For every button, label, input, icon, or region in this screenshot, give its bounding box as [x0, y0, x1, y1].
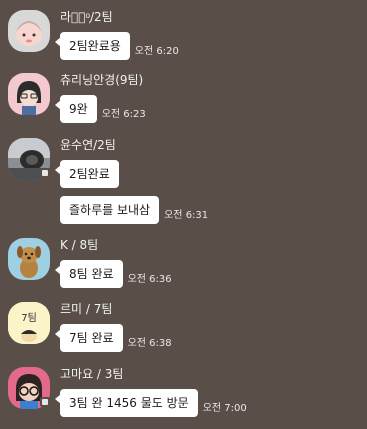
- sender-name: 윤수연/2팀: [60, 138, 116, 152]
- message-row: 7팀 완료오전 6:38: [55, 324, 172, 352]
- pc-icon: [40, 168, 50, 178]
- chat-window: 라현᷊ᵒ᷊/2팀 2팀완료용 오전 6:20 츄리닝안경(9팀) 9완 오전 6:2…: [0, 0, 367, 429]
- message-time: 오전 6:31: [164, 210, 209, 221]
- sender-name: K / 8팀: [60, 238, 99, 252]
- message-bubble[interactable]: 7팀 완료: [55, 324, 123, 352]
- message-bubble[interactable]: 2팀완료용: [55, 32, 130, 60]
- pink-character-avatar-icon[interactable]: [8, 10, 50, 52]
- brown-dog-avatar-icon[interactable]: [8, 238, 50, 280]
- avatar-label: 7팀: [21, 313, 37, 324]
- message-row: 3팀 완 1456 물도 방문오전 7:00: [55, 389, 247, 417]
- message-row: 2팀완료용오전 6:20: [55, 32, 179, 60]
- message-time: 오전 7:00: [202, 403, 247, 414]
- message-bubble[interactable]: 2팀완료: [55, 160, 119, 188]
- pc-icon: [40, 397, 50, 407]
- message-bubble[interactable]: 9완: [55, 95, 97, 123]
- message-bubble[interactable]: 8팀 완료: [55, 260, 123, 288]
- message-time: 오전 6:38: [127, 338, 172, 349]
- message-time: 오전 6:23: [101, 109, 146, 120]
- message-row: 2팀완료: [55, 160, 119, 188]
- sender-name: 르미 / 7팀: [60, 302, 113, 316]
- message-row: 즐하루를 보내삼오전 6:31: [60, 196, 208, 224]
- sender-name: 라현᷊ᵒ᷊/2팀: [60, 10, 113, 24]
- sender-name: 츄리닝안경(9팀): [60, 73, 144, 87]
- dark-haired-doll-avatar-icon[interactable]: [8, 73, 50, 115]
- message-row: 8팀 완료오전 6:36: [55, 260, 172, 288]
- message-row: 9완오전 6:23: [55, 95, 146, 123]
- message-time: 오전 6:36: [127, 274, 172, 285]
- message-bubble[interactable]: 즐하루를 보내삼: [60, 196, 160, 224]
- yellow-face-avatar-icon[interactable]: 7팀: [8, 302, 50, 344]
- message-time: 오전 6:20: [134, 46, 179, 57]
- sender-name: 고마요 / 3팀: [60, 367, 124, 381]
- message-bubble[interactable]: 3팀 완 1456 물도 방문: [55, 389, 198, 417]
